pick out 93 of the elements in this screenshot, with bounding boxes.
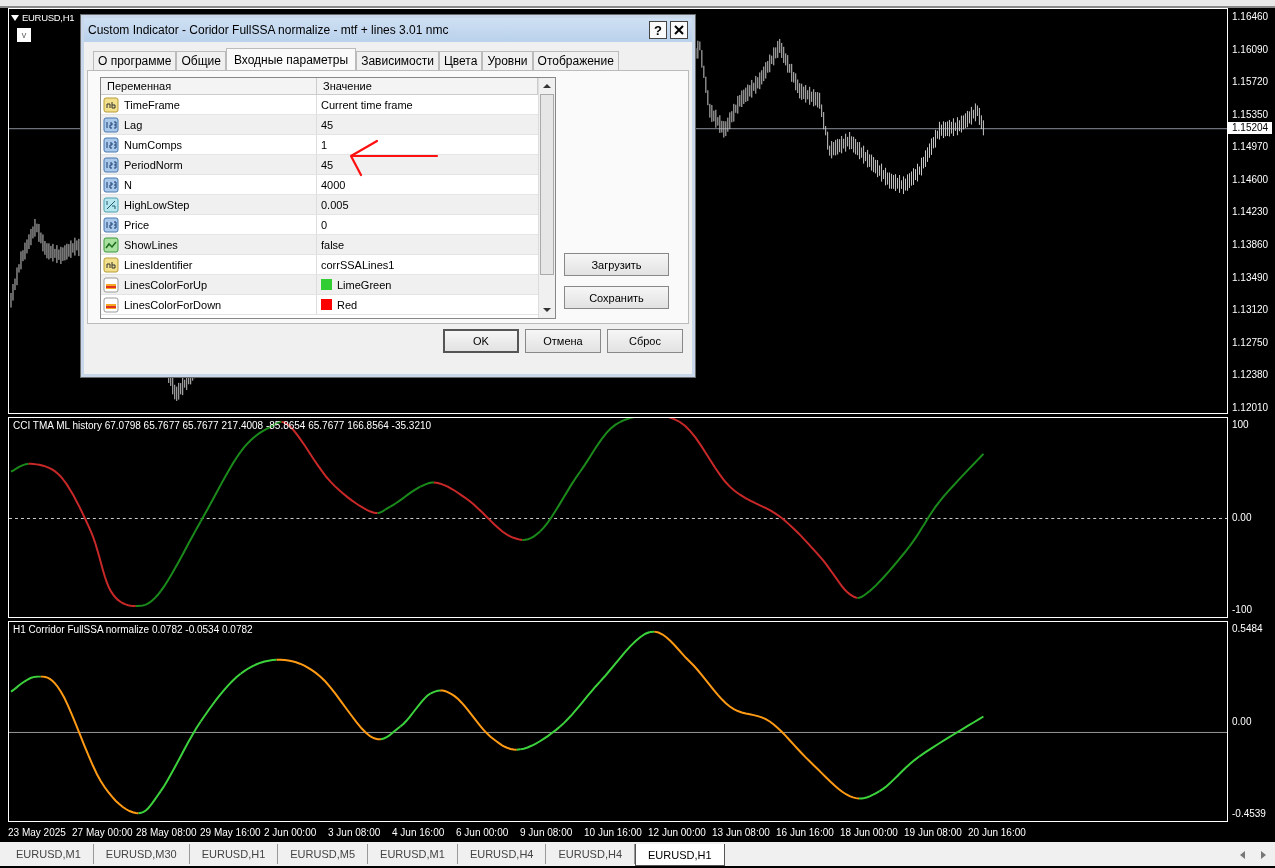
parameter-name: LinesColorForUp [124, 278, 208, 291]
parameter-name: LinesColorForDown [124, 298, 222, 311]
indicator-axis-label: -100 [1232, 604, 1253, 616]
time-axis-label: 16 Jun 16:00 [776, 826, 835, 838]
parameter-value[interactable]: 45 [321, 158, 334, 171]
text-type-icon [103, 96, 119, 113]
indicator-axis-label: 100 [1232, 419, 1250, 431]
parameter-name: PeriodNorm [124, 158, 183, 171]
indicator-axis-label: -0.4539 [1232, 808, 1267, 820]
price-axis-label: 1.14600 [1232, 173, 1270, 186]
color-type-icon [103, 276, 119, 293]
parameter-name: HighLowStep [124, 198, 190, 211]
price-axis-label: 1.13120 [1232, 304, 1270, 317]
parameter-name: TimeFrame [124, 98, 180, 111]
indicator-axis-label: 0.00 [1232, 511, 1253, 524]
parameter-value[interactable]: false [321, 238, 345, 251]
parameter-value[interactable]: 1 [321, 138, 328, 151]
parameter-value[interactable]: LimeGreen [337, 278, 392, 291]
price-axis-label: 1.15720 [1232, 76, 1270, 89]
indicator-axis-label: 0.00 [1232, 715, 1253, 728]
price-axis-label: 1.16090 [1232, 43, 1270, 56]
integer-type-icon [103, 136, 119, 153]
chart-symbol-label: EURUSD,H1 [22, 12, 75, 23]
parameter-name: Lag [124, 118, 143, 131]
integer-type-icon [103, 156, 119, 173]
dialog-button[interactable]: Сохранить [564, 286, 669, 309]
indicator-axis-label: 0.5484 [1232, 623, 1264, 635]
parameter-name: NumComps [124, 138, 183, 151]
dialog-button[interactable]: Загрузить [564, 253, 669, 276]
time-axis-label: 19 Jun 08:00 [904, 826, 963, 838]
time-axis-label: 2 Jun 00:00 [264, 826, 318, 838]
integer-type-icon [103, 116, 119, 133]
price-axis-label: 1.14970 [1232, 141, 1270, 154]
time-axis-label: 18 Jun 00:00 [840, 826, 899, 838]
parameter-value[interactable]: Current time frame [321, 98, 413, 111]
column-header[interactable]: Переменная [101, 78, 317, 94]
integer-type-icon [103, 216, 119, 233]
dialog-tab[interactable]: О программе [93, 51, 177, 70]
parameter-value[interactable]: corrSSALines1 [321, 258, 395, 271]
parameter-value[interactable]: 4000 [321, 178, 346, 191]
dialog-button[interactable]: OK [443, 329, 519, 353]
price-axis-label: 1.13490 [1232, 271, 1270, 284]
text-type-icon [103, 256, 119, 273]
price-axis-label: 1.14230 [1232, 206, 1270, 219]
dialog-button[interactable]: Отмена [525, 329, 601, 353]
one-click-toggle[interactable]: v [17, 28, 31, 42]
parameter-name: ShowLines [124, 238, 178, 251]
time-axis-label: 27 May 00:00 [72, 826, 134, 838]
integer-type-icon [103, 176, 119, 193]
dialog-tab[interactable]: Уровни [482, 51, 533, 70]
boolean-type-icon [103, 236, 119, 253]
dialog-title: Custom Indicator - Coridor FullSSA normalize - mtf + lines 3.01 nmc [88, 23, 450, 37]
parameter-value[interactable]: Red [337, 298, 358, 311]
time-axis-label: 13 Jun 08:00 [712, 826, 771, 838]
time-axis-label: 28 May 08:00 [136, 826, 198, 838]
parameter-value[interactable]: 0 [321, 218, 328, 231]
vertical-scrollbar[interactable] [538, 78, 555, 318]
time-axis-label: 4 Jun 16:00 [392, 826, 446, 838]
indicator-label: H1 Corridor FullSSA normalize 0.0782 -0.0534 0.0782 [13, 624, 253, 635]
parameter-name: LinesIdentifier [124, 258, 193, 271]
price-axis-label: 1.12380 [1232, 369, 1270, 382]
scroll-right-icon[interactable] [1259, 851, 1267, 859]
time-axis-label: 12 Jun 00:00 [648, 826, 707, 838]
time-axis-label: 9 Jun 08:00 [520, 826, 574, 838]
price-axis-label: 1.16460 [1232, 11, 1270, 23]
time-axis-label: 23 May 2025 [8, 826, 67, 838]
price-axis-label: 1.12010 [1232, 401, 1270, 414]
price-axis-label: 1.13860 [1232, 239, 1270, 252]
chart-tab[interactable]: EURUSD,H1 [635, 844, 725, 866]
parameter-name: N [124, 178, 132, 191]
time-axis-label: 3 Jun 08:00 [328, 826, 382, 838]
parameter-name: Price [124, 218, 150, 231]
dropdown-triangle-icon[interactable] [11, 14, 19, 21]
dialog-tab[interactable]: Общие [176, 51, 226, 70]
close-button[interactable] [670, 21, 688, 39]
dialog-button[interactable]: Сброс [607, 329, 683, 353]
time-axis-label: 29 May 16:00 [200, 826, 262, 838]
dialog-tab[interactable]: Входные параметры [225, 48, 357, 70]
time-axis-label: 20 Jun 16:00 [968, 826, 1027, 838]
parameter-value[interactable]: 0.005 [321, 198, 349, 211]
dialog-tab[interactable]: Отображение [532, 51, 619, 70]
parameter-value[interactable]: 45 [321, 118, 334, 131]
dialog-tab[interactable]: Цвета [438, 51, 483, 70]
price-axis-label: 1.15350 [1232, 108, 1270, 121]
fraction-type-icon [103, 196, 119, 213]
time-axis-label: 6 Jun 00:00 [456, 826, 510, 838]
current-price-label: 1.15204 [1228, 122, 1273, 134]
time-axis-label: 10 Jun 16:00 [584, 826, 643, 838]
price-axis-label: 1.12750 [1232, 336, 1270, 349]
close-icon [674, 25, 684, 35]
dialog-tab[interactable]: Зависимости [356, 51, 439, 70]
help-button[interactable]: ? [649, 21, 667, 39]
scroll-left-icon[interactable] [1239, 851, 1247, 859]
